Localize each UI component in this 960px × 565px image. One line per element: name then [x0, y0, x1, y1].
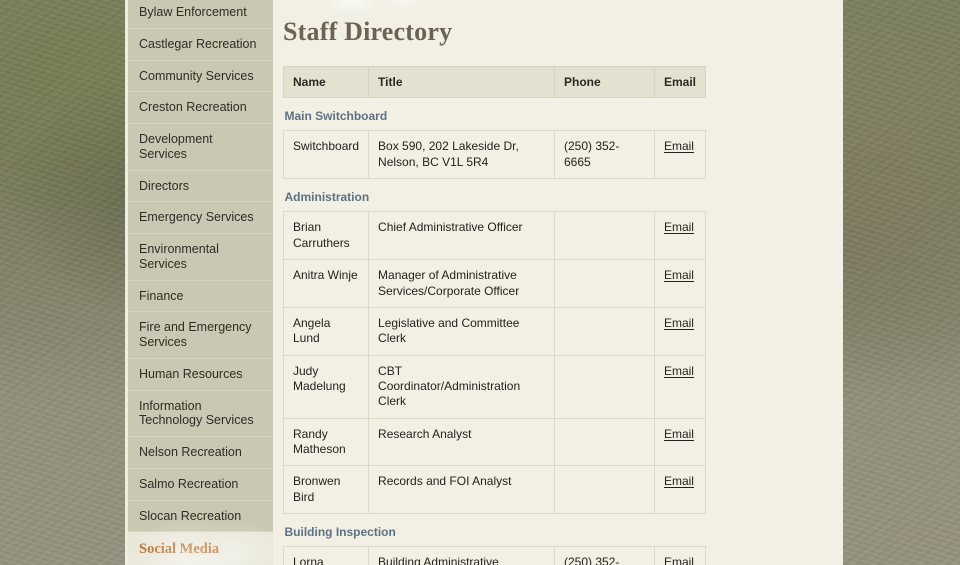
- email-link[interactable]: Email: [664, 316, 694, 330]
- page-title: Staff Directory: [273, 0, 840, 47]
- sidebar-submenu: Bylaw EnforcementCastlegar RecreationCom…: [128, 0, 273, 532]
- sidebar: Bylaw EnforcementCastlegar RecreationCom…: [128, 0, 273, 565]
- sidebar-item-community-services[interactable]: Community Services: [128, 61, 273, 93]
- table-section-header-row: Administration: [284, 179, 706, 212]
- staff-title-cell: Manager of Administrative Services/Corpo…: [369, 260, 555, 308]
- staff-email-cell: Email: [654, 418, 705, 466]
- main-content: Staff Directory Name Title Phone Email M…: [273, 0, 840, 565]
- staff-title-cell: Box 590, 202 Lakeside Dr, Nelson, BC V1L…: [369, 131, 555, 179]
- table-row: Bronwen BirdRecords and FOI Analyst Email: [284, 466, 706, 514]
- sidebar-item-nelson-recreation[interactable]: Nelson Recreation: [128, 437, 273, 469]
- staff-email-cell: Email: [654, 547, 705, 565]
- email-link[interactable]: Email: [664, 474, 694, 488]
- column-header-name[interactable]: Name: [284, 67, 369, 98]
- email-link[interactable]: Email: [664, 139, 694, 153]
- column-header-title[interactable]: Title: [369, 67, 555, 98]
- staff-name-cell: Angela Lund: [284, 307, 369, 355]
- staff-phone-cell: (250) 352-6665: [554, 131, 654, 179]
- staff-name-cell: Judy Madelung: [284, 355, 369, 418]
- staff-phone-cell: [554, 260, 654, 308]
- table-row: Lorna KoehleBuilding Administrative Assi…: [284, 547, 706, 565]
- sidebar-item-fire-and-emergency-services[interactable]: Fire and Emergency Services: [128, 312, 273, 359]
- staff-title-cell: Legislative and Committee Clerk: [369, 307, 555, 355]
- staff-phone-cell: [554, 307, 654, 355]
- table-section-heading: Building Inspection: [284, 514, 706, 547]
- sidebar-item-human-resources[interactable]: Human Resources: [128, 359, 273, 391]
- staff-phone-cell: [554, 418, 654, 466]
- sidebar-item-finance[interactable]: Finance: [128, 281, 273, 313]
- staff-name-cell: Bronwen Bird: [284, 466, 369, 514]
- staff-title-cell: Research Analyst: [369, 418, 555, 466]
- table-body: Main SwitchboardSwitchboardBox 590, 202 …: [284, 98, 706, 565]
- table-section-header-row: Building Inspection: [284, 514, 706, 547]
- staff-email-cell: Email: [654, 355, 705, 418]
- table-row: Randy MathesonResearch Analyst Email: [284, 418, 706, 466]
- sidebar-item-bylaw-enforcement[interactable]: Bylaw Enforcement: [128, 0, 273, 29]
- staff-title-cell: CBT Coordinator/Administration Clerk: [369, 355, 555, 418]
- staff-directory-table: Name Title Phone Email Main SwitchboardS…: [283, 66, 706, 565]
- email-link[interactable]: Email: [664, 427, 694, 441]
- staff-name-cell: Brian Carruthers: [284, 212, 369, 260]
- table-row: Angela LundLegislative and Committee Cle…: [284, 307, 706, 355]
- email-link[interactable]: Email: [664, 220, 694, 234]
- sidebar-item-castlegar-recreation[interactable]: Castlegar Recreation: [128, 29, 273, 61]
- column-header-phone[interactable]: Phone: [554, 67, 654, 98]
- staff-title-cell: Building Administrative Assistant: [369, 547, 555, 565]
- staff-phone-cell: [554, 212, 654, 260]
- staff-phone-cell: [554, 355, 654, 418]
- staff-title-cell: Records and FOI Analyst: [369, 466, 555, 514]
- table-row: Brian CarruthersChief Administrative Off…: [284, 212, 706, 260]
- staff-email-cell: Email: [654, 131, 705, 179]
- sidebar-item-development-services[interactable]: Development Services: [128, 124, 273, 171]
- staff-title-cell: Chief Administrative Officer: [369, 212, 555, 260]
- staff-email-cell: Email: [654, 212, 705, 260]
- sidebar-item-slocan-recreation[interactable]: Slocan Recreation: [128, 501, 273, 533]
- sidebar-item-directors[interactable]: Directors: [128, 171, 273, 203]
- staff-phone-cell: [554, 466, 654, 514]
- table-header-row: Name Title Phone Email: [284, 67, 706, 98]
- staff-name-cell: Switchboard: [284, 131, 369, 179]
- sidebar-item-emergency-services[interactable]: Emergency Services: [128, 202, 273, 234]
- staff-email-cell: Email: [654, 307, 705, 355]
- page-root: Bylaw EnforcementCastlegar RecreationCom…: [0, 0, 960, 565]
- table-row: Anitra WinjeManager of Administrative Se…: [284, 260, 706, 308]
- email-link[interactable]: Email: [664, 555, 694, 565]
- table-section-header-row: Main Switchboard: [284, 98, 706, 131]
- staff-email-cell: Email: [654, 466, 705, 514]
- staff-name-cell: Anitra Winje: [284, 260, 369, 308]
- table-section-heading: Administration: [284, 179, 706, 212]
- staff-name-cell: Randy Matheson: [284, 418, 369, 466]
- table-row: Judy MadelungCBT Coordinator/Administrat…: [284, 355, 706, 418]
- sidebar-item-environmental-services[interactable]: Environmental Services: [128, 234, 273, 281]
- sidebar-sections: Social MediaHow to Reach Us: [128, 532, 273, 565]
- table-row: SwitchboardBox 590, 202 Lakeside Dr, Nel…: [284, 131, 706, 179]
- column-header-email[interactable]: Email: [654, 67, 705, 98]
- staff-name-cell: Lorna Koehle: [284, 547, 369, 565]
- table-section-heading: Main Switchboard: [284, 98, 706, 131]
- sidebar-item-salmo-recreation[interactable]: Salmo Recreation: [128, 469, 273, 501]
- sidebar-item-creston-recreation[interactable]: Creston Recreation: [128, 92, 273, 124]
- staff-phone-cell: (250) 352-8155: [554, 547, 654, 565]
- sidebar-item-information-technology-services[interactable]: Information Technology Services: [128, 391, 273, 438]
- email-link[interactable]: Email: [664, 364, 694, 378]
- staff-email-cell: Email: [654, 260, 705, 308]
- table-header: Name Title Phone Email: [284, 67, 706, 98]
- email-link[interactable]: Email: [664, 268, 694, 282]
- sidebar-section-social-media[interactable]: Social Media: [128, 532, 273, 565]
